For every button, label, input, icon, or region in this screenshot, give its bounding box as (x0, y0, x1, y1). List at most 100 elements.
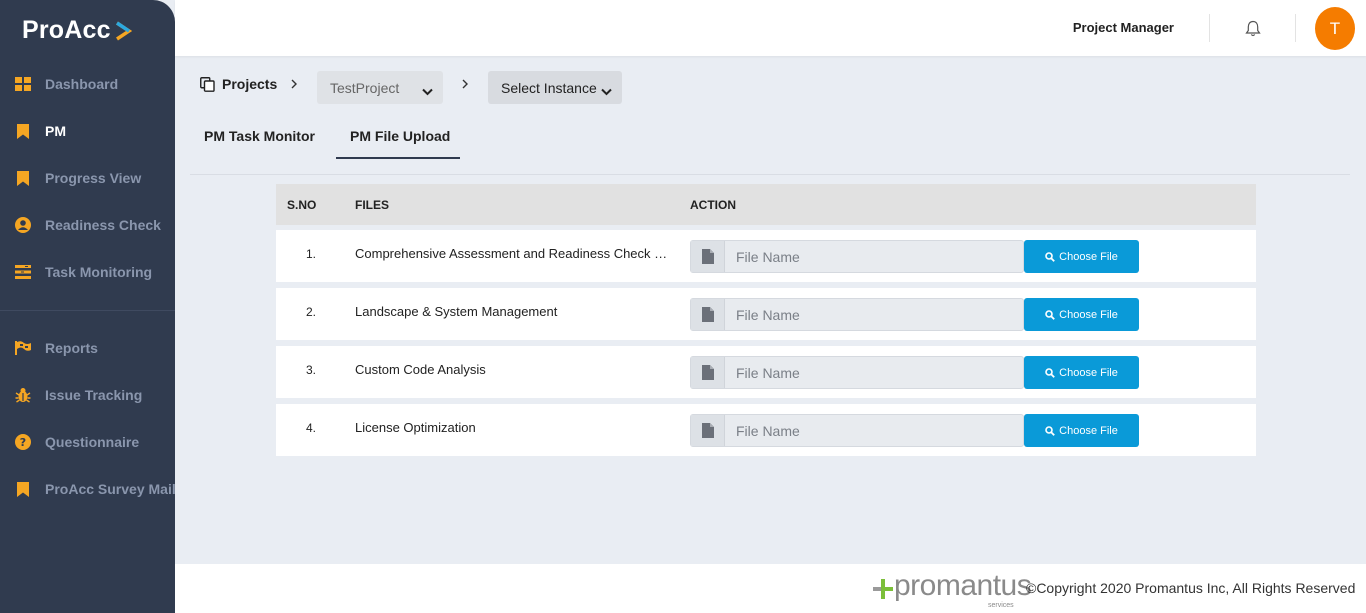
avatar-initial: T (1329, 18, 1341, 38)
svg-text:?: ? (20, 436, 26, 449)
instance-select[interactable]: Select Instance (488, 71, 622, 104)
file-name-input[interactable]: File Name (690, 240, 1024, 273)
sidebar-item-reports[interactable]: Reports (0, 328, 175, 368)
top-header: Project Manager T (175, 0, 1366, 56)
search-icon (1045, 251, 1055, 262)
app-name: ProAcc (22, 16, 111, 44)
file-icon (691, 299, 725, 330)
file-icon (691, 241, 725, 272)
file-name-placeholder: File Name (736, 307, 800, 323)
bell-icon[interactable] (1245, 20, 1261, 42)
file-name-placeholder: File Name (736, 249, 800, 265)
sidebar-item-progress-view[interactable]: Progress View (0, 158, 175, 198)
sidebar-item-label: ProAcc Survey Mail (45, 481, 176, 497)
user-role: Project Manager (1072, 20, 1174, 35)
file-icon (691, 415, 725, 446)
sidebar-item-label: Reports (45, 340, 98, 356)
breadcrumb-projects-label: Projects (222, 76, 278, 92)
choose-file-button[interactable]: Choose File (1024, 240, 1139, 273)
footer: promantus services ©Copyright 2020 Proma… (175, 564, 1366, 613)
choose-file-label: Choose File (1059, 424, 1118, 437)
bug-icon (15, 387, 31, 403)
logo-chevron-icon (115, 21, 132, 40)
flag-icon (15, 340, 31, 356)
question-circle-icon: ? (15, 434, 31, 450)
sidebar-item-readiness-check[interactable]: Readiness Check (0, 205, 175, 245)
choose-file-label: Choose File (1059, 366, 1118, 379)
file-name-placeholder: File Name (736, 365, 800, 381)
row-sno: 1. (306, 247, 317, 261)
sidebar-item-label: Questionnaire (45, 434, 140, 450)
avatar[interactable]: T (1315, 7, 1355, 50)
bookmark-icon (15, 481, 31, 497)
sidebar: ProAcc Dashboard PM Progress View Readin… (0, 0, 176, 613)
column-header-sno: S.NO (287, 198, 317, 212)
table-row: 4. License Optimization File Name Choose… (276, 404, 1256, 456)
brand-subtitle: services (988, 602, 1014, 609)
choose-file-button[interactable]: Choose File (1024, 356, 1139, 389)
sidebar-item-questionnaire[interactable]: ? Questionnaire (0, 422, 175, 462)
row-sno: 4. (306, 421, 317, 435)
sidebar-item-label: Readiness Check (45, 217, 161, 233)
project-select[interactable]: TestProject (317, 71, 443, 104)
sidebar-item-label: Dashboard (45, 76, 119, 92)
sidebar-item-task-monitoring[interactable]: Task Monitoring (0, 252, 175, 292)
row-sno: 2. (306, 305, 317, 319)
copy-icon (200, 76, 215, 92)
row-file-name: Custom Code Analysis (355, 362, 486, 377)
choose-file-label: Choose File (1059, 308, 1118, 321)
row-file-name: Comprehensive Assessment and Readiness C… (355, 246, 671, 261)
user-circle-icon (15, 217, 31, 233)
bookmark-icon (15, 123, 31, 139)
copyright-text: ©Copyright 2020 Promantus Inc, All Right… (1026, 580, 1356, 596)
chevron-right-icon (290, 78, 298, 92)
tasks-icon (15, 264, 31, 280)
chevron-down-icon (601, 83, 612, 99)
choose-file-button[interactable]: Choose File (1024, 298, 1139, 331)
choose-file-label: Choose File (1059, 250, 1118, 263)
sidebar-item-proacc-survey-mail[interactable]: ProAcc Survey Mail (0, 469, 176, 509)
file-name-placeholder: File Name (736, 423, 800, 439)
file-name-input[interactable]: File Name (690, 414, 1024, 447)
row-file-name: License Optimization (355, 420, 476, 435)
file-icon (691, 357, 725, 388)
table-row: 2. Landscape & System Management File Na… (276, 288, 1256, 340)
sidebar-item-pm[interactable]: PM (0, 111, 175, 151)
column-header-action: ACTION (690, 198, 736, 212)
tab-pm-task-monitor[interactable]: PM Task Monitor (204, 128, 315, 144)
choose-file-button[interactable]: Choose File (1024, 414, 1139, 447)
sidebar-item-label: Progress View (45, 170, 142, 186)
chevron-down-icon (422, 83, 433, 99)
app-logo[interactable]: ProAcc (22, 16, 132, 45)
column-header-files: FILES (355, 198, 390, 212)
instance-select-value: Select Instance (501, 79, 597, 96)
breadcrumb-projects[interactable]: Projects (200, 76, 277, 92)
sidebar-item-label: Task Monitoring (45, 264, 153, 280)
search-icon (1045, 367, 1055, 378)
tab-pm-file-upload[interactable]: PM File Upload (350, 128, 450, 144)
brand-name: promantus (894, 569, 1032, 602)
plus-mark-icon (873, 579, 893, 599)
table-row: 1. Comprehensive Assessment and Readines… (276, 230, 1256, 282)
search-icon (1045, 425, 1055, 436)
sidebar-item-label: PM (45, 123, 66, 139)
project-select-value: TestProject (330, 79, 400, 96)
row-file-name: Landscape & System Management (355, 304, 558, 319)
chevron-right-icon (461, 78, 469, 92)
file-name-input[interactable]: File Name (690, 356, 1024, 389)
table-row: 3. Custom Code Analysis File Name Choose… (276, 346, 1256, 398)
header-divider (1295, 14, 1296, 42)
promantus-logo: promantus services (872, 569, 1032, 609)
search-icon (1045, 309, 1055, 320)
tabs-divider (190, 174, 1350, 175)
sidebar-item-issue-tracking[interactable]: Issue Tracking (0, 375, 175, 415)
sidebar-item-label: Issue Tracking (45, 387, 143, 403)
header-divider (1209, 14, 1210, 42)
active-tab-indicator (336, 157, 460, 159)
dashboard-icon (15, 76, 31, 92)
row-sno: 3. (306, 363, 317, 377)
file-name-input[interactable]: File Name (690, 298, 1024, 331)
bookmark-icon (15, 170, 31, 186)
sidebar-item-dashboard[interactable]: Dashboard (0, 64, 175, 104)
table-header: S.NO FILES ACTION (276, 184, 1256, 225)
